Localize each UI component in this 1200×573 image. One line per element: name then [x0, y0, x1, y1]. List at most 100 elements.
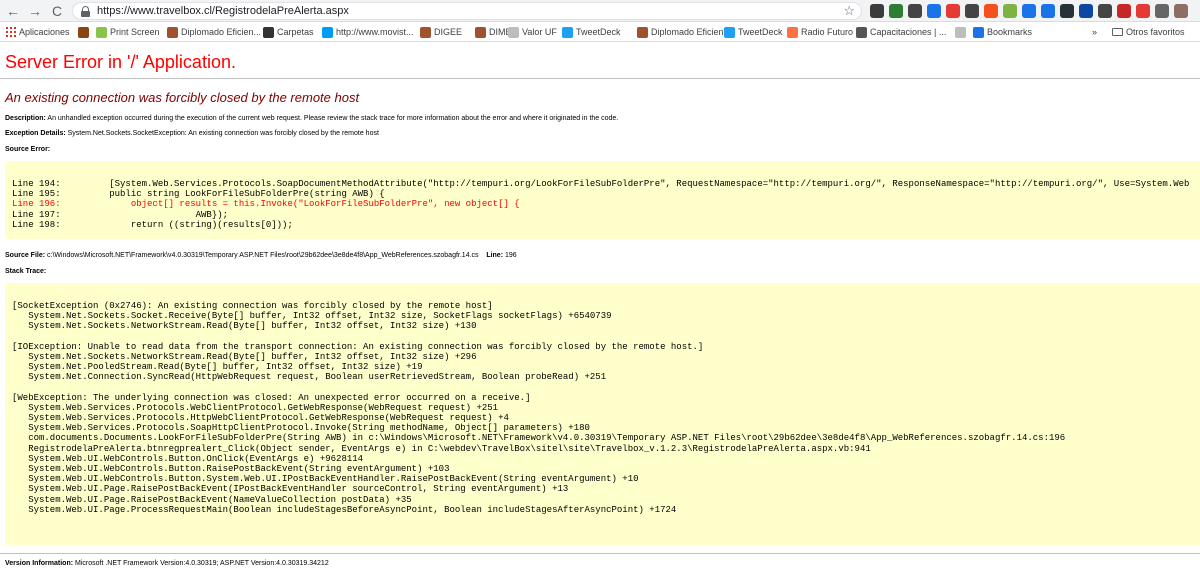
extension-icon[interactable]: [908, 4, 922, 18]
source-error-box: Line 194: [System.Web.Services.Protocols…: [5, 161, 1200, 239]
stack-trace-line: [WebException: The underlying connection…: [12, 392, 531, 403]
bookmarks-more-button[interactable]: »: [1092, 25, 1097, 39]
page-icon: [508, 26, 519, 38]
stack-trace: [SocketException (0x2746): An existing c…: [12, 301, 1065, 515]
source-file-row: Source File: c:\Windows\Microsoft.NET\Fr…: [5, 251, 517, 261]
extension-icon[interactable]: [1136, 4, 1150, 18]
bookmark-item[interactable]: Valor UF: [508, 25, 557, 39]
bookmark-item[interactable]: Radio Futuro: [787, 25, 853, 39]
tweetdeck-icon: [562, 26, 573, 38]
radio-futuro-icon: [787, 26, 798, 38]
bookmark-item[interactable]: DIME: [475, 25, 512, 39]
bookmark-item[interactable]: DIGEE: [420, 25, 462, 39]
version-info-row: Version Information: Microsoft .NET Fram…: [5, 559, 329, 569]
bookmarks-bar: » Otros favoritos Aplicaciones Print Scre…: [0, 22, 1200, 42]
extension-icon[interactable]: [1174, 4, 1188, 18]
bookmark-item[interactable]: Carpetas: [263, 25, 314, 39]
bookmark-item[interactable]: [78, 25, 89, 39]
bookmarks-more-label: »: [1092, 27, 1098, 37]
extension-icons: [870, 3, 1188, 19]
extension-icon[interactable]: [1155, 4, 1169, 18]
source-line: Line 195: public string LookForFileSubFo…: [12, 189, 385, 200]
page-icon: [955, 26, 966, 38]
address-bar[interactable]: https://www.travelbox.cl/RegistrodelaPre…: [72, 2, 862, 20]
diplomado-favicon-icon: [637, 26, 648, 38]
stack-trace-line: System.Web.UI.WebControls.Button.RaisePo…: [12, 464, 450, 474]
stack-trace-heading: Stack Trace:: [5, 268, 47, 275]
bookmark-item[interactable]: Print Screen: [96, 25, 160, 39]
stack-trace-line: [12, 332, 1065, 342]
bookmark-label: Carpetas: [277, 27, 314, 37]
exception-row: Exception Details: System.Net.Sockets.So…: [5, 129, 379, 139]
digee-favicon-icon: [420, 26, 431, 38]
movistar-icon: [322, 26, 333, 38]
extension-icon[interactable]: [1098, 4, 1112, 18]
bookmark-item[interactable]: Capacitaciones | ...: [856, 25, 946, 39]
lock-icon[interactable]: [81, 6, 90, 17]
url-text[interactable]: https://www.travelbox.cl/RegistrodelaPre…: [97, 5, 349, 18]
description-row: Description: An unhandled exception occu…: [5, 114, 618, 124]
error-subtitle: An existing connection was forcibly clos…: [5, 90, 360, 105]
print-screen-icon: [96, 26, 107, 38]
bookmark-item[interactable]: Bookmarks: [973, 25, 1032, 39]
source-line: Line 197: AWB});: [12, 209, 229, 220]
stack-trace-line: System.Net.Connection.SyncRead(HttpWebRe…: [12, 372, 607, 383]
page-title: Server Error in '/' Application.: [5, 52, 236, 72]
bookmark-item[interactable]: TweetDeck: [724, 25, 783, 39]
line-number: 196: [505, 252, 517, 259]
stack-trace-line: System.Web.UI.WebControls.Button.System.…: [12, 474, 639, 485]
extension-icon[interactable]: [1003, 4, 1017, 18]
bookmark-label: DIGEE: [434, 27, 463, 37]
stack-trace-line: System.Web.UI.Page.RaisePostBackEvent(IP…: [12, 484, 569, 495]
bookmark-label: TweetDeck: [576, 27, 621, 37]
ce-favicon-icon: [856, 26, 867, 38]
source-error-heading: Source Error:: [5, 146, 51, 153]
error-source-line: Line 196: object[] results = this.Invoke…: [12, 199, 520, 210]
extension-icon[interactable]: [946, 4, 960, 18]
extension-icon[interactable]: [1079, 4, 1093, 18]
folder-icon: [1112, 28, 1123, 36]
extension-icon[interactable]: [889, 4, 903, 18]
bookmark-label: Diplomado Eficien...: [181, 27, 262, 37]
other-bookmarks-folder[interactable]: Otros favoritos: [1112, 25, 1185, 39]
extension-icon[interactable]: [984, 4, 998, 18]
extension-icon[interactable]: [927, 4, 941, 18]
bookmark-item[interactable]: Aplicaciones: [6, 25, 70, 39]
extension-icon[interactable]: [1060, 4, 1074, 18]
description-label: Description:: [5, 115, 46, 122]
tweetdeck-icon: [724, 26, 735, 38]
stack-trace-line: System.Web.Services.Protocols.WebClientP…: [12, 402, 499, 413]
stack-trace-line: System.Web.UI.Page.ProcessRequestMain(Bo…: [12, 504, 677, 515]
bookmark-item[interactable]: Diplomado Eficien...: [167, 25, 261, 39]
stack-trace-line: [12, 383, 1065, 393]
bookmark-item[interactable]: TweetDeck: [562, 25, 621, 39]
bookmark-star-icon[interactable]: ☆: [843, 3, 855, 19]
bookmark-item[interactable]: http://www.movist...: [322, 25, 414, 39]
back-button[interactable]: ←: [4, 2, 22, 20]
stack-trace-box: [SocketException (0x2746): An existing c…: [5, 283, 1200, 545]
reload-button[interactable]: C: [48, 2, 66, 20]
extension-icon[interactable]: [1022, 4, 1036, 18]
apps-grid-icon: [6, 27, 16, 37]
dime-favicon-icon: [475, 26, 486, 38]
other-bookmarks-label: Otros favoritos: [1126, 27, 1185, 37]
star-bookmark-icon: [973, 26, 984, 38]
bookmark-label: Aplicaciones: [19, 27, 70, 37]
source-file-path: c:\Windows\Microsoft.NET\Framework\v4.0.…: [47, 252, 479, 259]
title-divider: [0, 78, 1200, 79]
forward-button[interactable]: →: [26, 2, 44, 20]
bookmark-label: Print Screen: [110, 27, 160, 37]
extension-icon[interactable]: [1041, 4, 1055, 18]
source-file-label: Source File:: [5, 252, 46, 259]
extension-icon[interactable]: [1117, 4, 1131, 18]
bookmark-item[interactable]: Diplomado Eficien...: [637, 25, 731, 39]
bookmark-label: TweetDeck: [738, 27, 783, 37]
stack-trace-line: System.Web.Services.Protocols.HttpWebCli…: [12, 413, 509, 424]
extension-icon[interactable]: [965, 4, 979, 18]
version-label: Version Information:: [5, 560, 74, 567]
bookmark-item[interactable]: [955, 25, 966, 39]
bookmark-label: Bookmarks: [987, 27, 1033, 37]
extension-icon[interactable]: [870, 4, 884, 18]
apple-icon: [263, 26, 274, 38]
footer-divider: [0, 553, 1200, 554]
